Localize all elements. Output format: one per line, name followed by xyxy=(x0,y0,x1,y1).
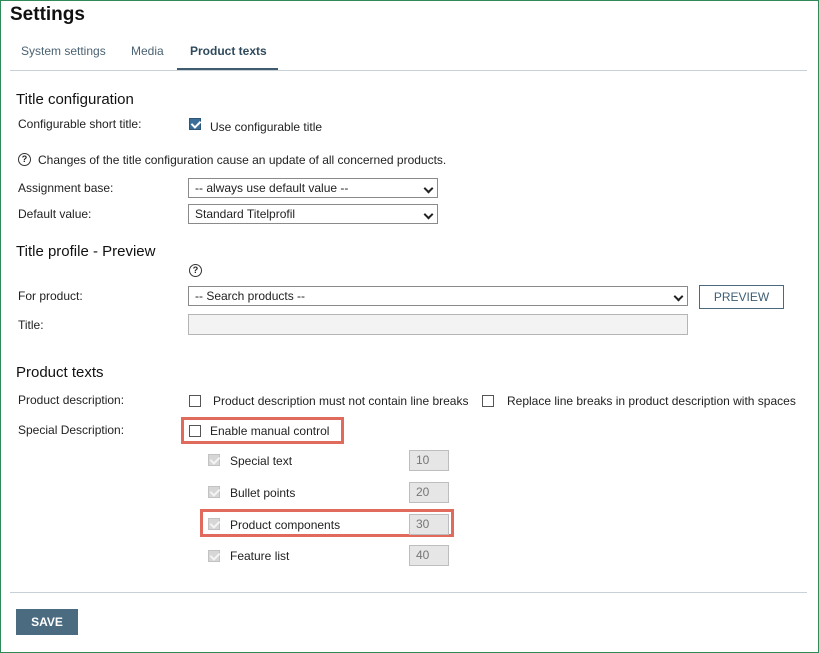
special-text-checkbox[interactable] xyxy=(208,454,220,466)
default-value-label: Default value: xyxy=(18,207,92,221)
special-text-label: Special text xyxy=(230,454,293,468)
feature-list-order-input[interactable]: 40 xyxy=(409,545,449,566)
feature-list-checkbox[interactable] xyxy=(208,550,220,562)
default-value-select[interactable]: Standard Titelprofil xyxy=(188,204,438,224)
chevron-down-icon xyxy=(673,291,684,302)
product-search-select[interactable]: -- Search products -- xyxy=(188,286,688,306)
assignment-base-value: -- always use default value -- xyxy=(195,181,349,195)
title-config-info-text: Changes of the title configuration cause… xyxy=(38,153,447,167)
bullet-points-order-input[interactable]: 20 xyxy=(409,482,449,503)
save-button[interactable]: SAVE xyxy=(16,609,78,635)
configurable-short-title-label: Configurable short title: xyxy=(18,117,142,131)
preview-button[interactable]: PREVIEW xyxy=(699,285,784,309)
title-label: Title: xyxy=(18,318,44,332)
product-description-label: Product description: xyxy=(18,393,125,407)
tabs-divider xyxy=(10,70,807,71)
use-configurable-title-label: Use configurable title xyxy=(210,120,323,134)
bullet-points-label: Bullet points xyxy=(230,486,296,500)
tab-product-texts[interactable]: Product texts xyxy=(190,44,267,58)
special-description-label: Special Description: xyxy=(18,423,125,437)
product-components-label: Product components xyxy=(230,518,341,532)
no-line-breaks-checkbox[interactable] xyxy=(189,395,201,407)
help-icon[interactable]: ? xyxy=(189,264,202,277)
info-icon: ? xyxy=(18,153,31,166)
for-product-label: For product: xyxy=(18,289,83,303)
product-components-checkbox[interactable] xyxy=(208,518,220,530)
default-value-text: Standard Titelprofil xyxy=(195,207,296,221)
title-preview-field xyxy=(188,314,688,335)
feature-list-label: Feature list xyxy=(230,549,290,563)
chevron-down-icon xyxy=(423,183,434,194)
tab-media[interactable]: Media xyxy=(131,44,164,58)
chevron-down-icon xyxy=(423,209,434,220)
product-components-order-input[interactable]: 30 xyxy=(409,514,449,535)
replace-line-breaks-checkbox[interactable] xyxy=(482,395,494,407)
use-configurable-title-checkbox[interactable] xyxy=(189,118,201,130)
assignment-base-label: Assignment base: xyxy=(18,181,114,195)
product-texts-heading: Product texts xyxy=(16,364,104,381)
replace-line-breaks-label: Replace line breaks in product descripti… xyxy=(507,394,796,408)
no-line-breaks-label: Product description must not contain lin… xyxy=(213,394,469,408)
page-title: Settings xyxy=(10,4,85,25)
assignment-base-select[interactable]: -- always use default value -- xyxy=(188,178,438,198)
product-search-value: -- Search products -- xyxy=(195,289,306,303)
title-profile-heading: Title profile - Preview xyxy=(16,243,156,260)
enable-manual-control-checkbox[interactable] xyxy=(189,425,201,437)
tab-system-settings[interactable]: System settings xyxy=(21,44,106,58)
title-configuration-heading: Title configuration xyxy=(16,91,134,108)
special-text-order-input[interactable]: 10 xyxy=(409,450,449,471)
bullet-points-checkbox[interactable] xyxy=(208,486,220,498)
footer-divider xyxy=(10,592,807,593)
enable-manual-control-label: Enable manual control xyxy=(210,424,330,438)
